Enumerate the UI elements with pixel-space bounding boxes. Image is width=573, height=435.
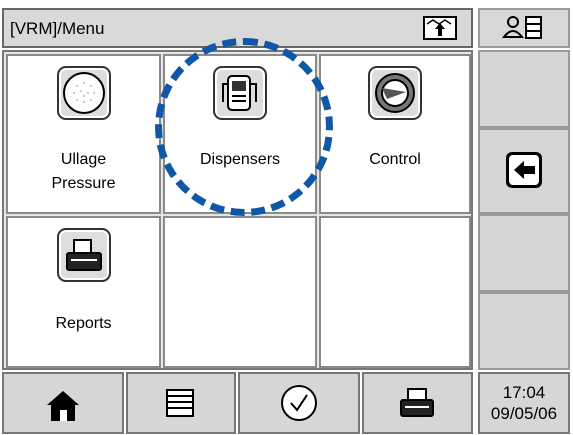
home-icon bbox=[47, 391, 79, 421]
left-arrow-icon bbox=[506, 152, 542, 188]
menu-item-control[interactable]: Control bbox=[319, 54, 471, 214]
menu-grid: Ullage Pressure Dispensers Control Repor… bbox=[2, 50, 473, 370]
control-dial-icon bbox=[368, 66, 422, 120]
empty-menu-cell bbox=[163, 216, 317, 368]
check-icon bbox=[281, 385, 317, 421]
empty-menu-cell bbox=[319, 216, 471, 368]
back-button[interactable] bbox=[478, 128, 570, 214]
list-icon bbox=[166, 389, 194, 417]
menu-item-reports[interactable]: Reports bbox=[6, 216, 161, 368]
side-button-1[interactable] bbox=[478, 50, 570, 128]
menu-item-label: Reports bbox=[55, 315, 112, 332]
menu-item-label: Ullage Pressure bbox=[51, 151, 116, 192]
menu-item-dispensers[interactable]: Dispensers bbox=[163, 54, 317, 214]
home-button[interactable] bbox=[2, 372, 124, 434]
date-text: 09/05/06 bbox=[490, 404, 558, 423]
printer-icon bbox=[400, 388, 434, 417]
side-button-3[interactable] bbox=[478, 214, 570, 292]
menu-item-ullage-pressure[interactable]: Ullage Pressure bbox=[6, 54, 161, 214]
printer-icon bbox=[56, 228, 111, 282]
menu-item-label: Dispensers bbox=[199, 151, 281, 168]
vrm-menu-screen: [VRM]/Menu Ullage Pressure Dispensers Co… bbox=[0, 0, 573, 435]
confirm-button[interactable] bbox=[238, 372, 360, 434]
user-list-icon bbox=[501, 16, 542, 39]
clock-display: 17:04 09/05/06 bbox=[478, 372, 570, 434]
bottom-toolbar bbox=[2, 372, 473, 434]
arrow-up-icon[interactable] bbox=[423, 16, 457, 40]
print-button[interactable] bbox=[362, 372, 473, 434]
menu-item-label: Control bbox=[369, 151, 421, 168]
title-bar: [VRM]/Menu bbox=[2, 8, 473, 48]
gauge-icon bbox=[56, 66, 111, 120]
user-list-button[interactable] bbox=[478, 8, 570, 48]
list-button[interactable] bbox=[126, 372, 236, 434]
fuel-pump-icon bbox=[213, 66, 267, 120]
time-text: 17:04 bbox=[502, 383, 546, 402]
side-button-4[interactable] bbox=[478, 292, 570, 370]
page-title: [VRM]/Menu bbox=[10, 19, 105, 38]
